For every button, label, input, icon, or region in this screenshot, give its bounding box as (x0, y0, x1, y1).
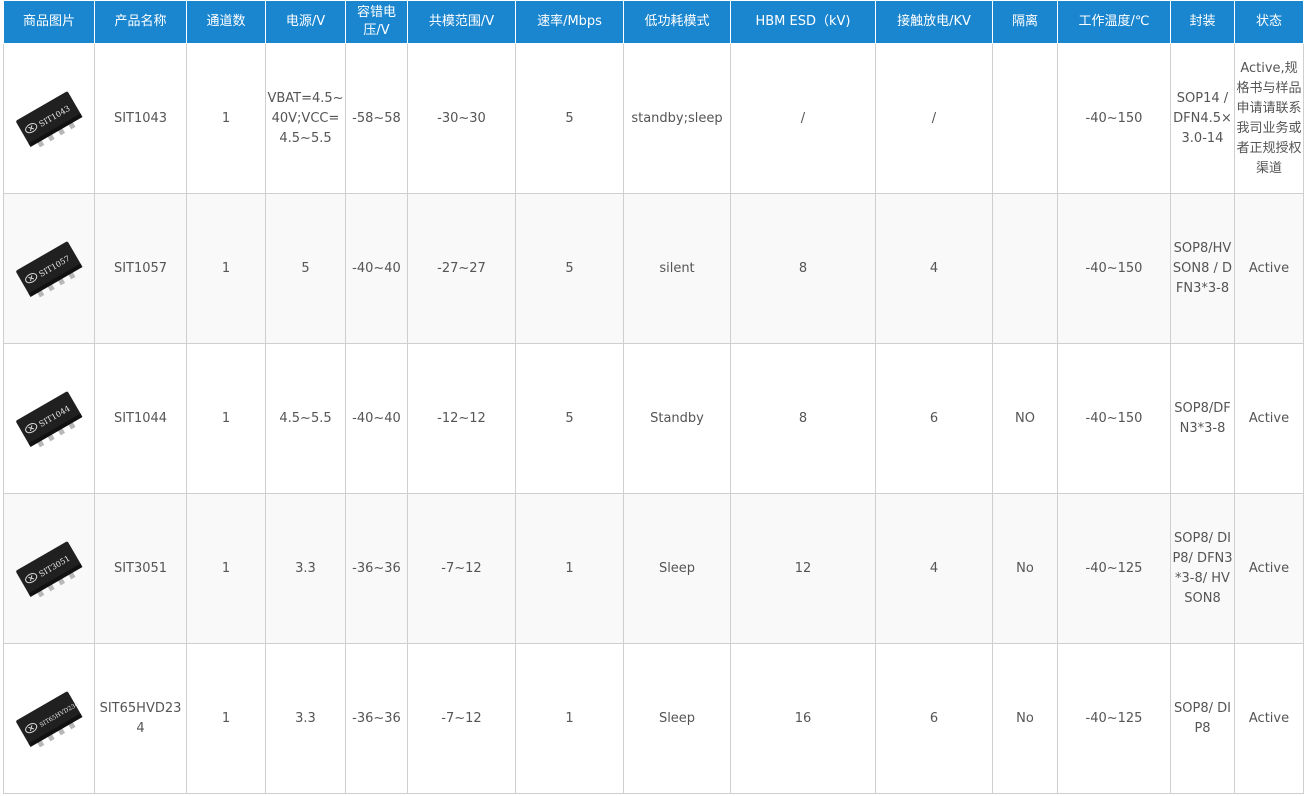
chip-icon[interactable]: SIT1044 (7, 377, 91, 461)
supply-voltage: 3.3 (265, 643, 346, 794)
product-image-cell[interactable]: SIT1044 (3, 343, 95, 494)
data-rate: 5 (515, 43, 624, 194)
chip-icon[interactable]: SIT1057 (7, 227, 91, 311)
header-contact: 接触放电/KV (875, 0, 993, 44)
product-name[interactable]: SIT3051 (94, 493, 187, 644)
common-mode-range: -7~12 (407, 493, 516, 644)
low-power-mode: Standby (623, 343, 731, 494)
product-table: 商品图片 产品名称 通道数 电源/V 容错电压/V 共模范围/V 速率/Mbps… (3, 0, 1304, 794)
data-rate: 1 (515, 643, 624, 794)
supply-voltage: 3.3 (265, 493, 346, 644)
header-rate: 速率/Mbps (515, 0, 624, 44)
low-power-mode: Sleep (623, 643, 731, 794)
operating-temp: -40~125 (1057, 493, 1171, 644)
header-common-mode: 共模范围/V (407, 0, 516, 44)
product-name[interactable]: SIT65HVD234 (94, 643, 187, 794)
channel-count: 1 (186, 193, 266, 344)
header-channels: 通道数 (186, 0, 266, 44)
isolation (992, 43, 1058, 194)
isolation: No (992, 493, 1058, 644)
header-package: 封装 (1170, 0, 1235, 44)
header-fault: 容错电压/V (345, 0, 408, 44)
low-power-mode: silent (623, 193, 731, 344)
contact-discharge: 6 (875, 343, 993, 494)
fault-voltage: -58~58 (345, 43, 408, 194)
low-power-mode: standby;sleep (623, 43, 731, 194)
common-mode-range: -30~30 (407, 43, 516, 194)
data-rate: 1 (515, 493, 624, 644)
fault-voltage: -40~40 (345, 193, 408, 344)
data-rate: 5 (515, 193, 624, 344)
contact-discharge: 4 (875, 193, 993, 344)
hbm-esd: 8 (730, 343, 876, 494)
product-image-cell[interactable]: SIT65HVD234 (3, 643, 95, 794)
fault-voltage: -36~36 (345, 493, 408, 644)
product-image-cell[interactable]: SIT3051 (3, 493, 95, 644)
hbm-esd: 12 (730, 493, 876, 644)
chip-icon[interactable]: SIT65HVD234 (7, 677, 91, 761)
header-image: 商品图片 (3, 0, 95, 44)
supply-voltage: 4.5~5.5 (265, 343, 346, 494)
operating-temp: -40~125 (1057, 643, 1171, 794)
table-row: SIT1044 SIT1044 1 4.5~5.5 -40~40 -12~12 … (3, 343, 1304, 494)
product-name[interactable]: SIT1044 (94, 343, 187, 494)
contact-discharge: 6 (875, 643, 993, 794)
header-supply: 电源/V (265, 0, 346, 44)
channel-count: 1 (186, 643, 266, 794)
status: Active (1234, 343, 1304, 494)
header-low-power: 低功耗模式 (623, 0, 731, 44)
supply-voltage: 5 (265, 193, 346, 344)
package: SOP14 / DFN4.5×3.0-14 (1170, 43, 1235, 194)
data-rate: 5 (515, 343, 624, 494)
header-isolation: 隔离 (992, 0, 1058, 44)
table-row: SIT65HVD234 SIT65HVD234 1 3.3 -36~36 -7~… (3, 643, 1304, 794)
operating-temp: -40~150 (1057, 343, 1171, 494)
status: Active (1234, 193, 1304, 344)
channel-count: 1 (186, 43, 266, 194)
package: SOP8/ DIP8 (1170, 643, 1235, 794)
low-power-mode: Sleep (623, 493, 731, 644)
package: SOP8/HVSON8 / DFN3*3-8 (1170, 193, 1235, 344)
header-name: 产品名称 (94, 0, 187, 44)
status: Active (1234, 643, 1304, 794)
status: Active,规格书与样品申请请联系我司业务或者正规授权渠道 (1234, 43, 1304, 194)
channel-count: 1 (186, 493, 266, 644)
chip-icon[interactable]: SIT3051 (7, 527, 91, 611)
fault-voltage: -40~40 (345, 343, 408, 494)
chip-icon[interactable]: SIT1043 (7, 77, 91, 161)
isolation (992, 193, 1058, 344)
product-image-cell[interactable]: SIT1057 (3, 193, 95, 344)
hbm-esd: / (730, 43, 876, 194)
hbm-esd: 16 (730, 643, 876, 794)
operating-temp: -40~150 (1057, 193, 1171, 344)
contact-discharge: / (875, 43, 993, 194)
header-temp: 工作温度/℃ (1057, 0, 1171, 44)
product-name[interactable]: SIT1043 (94, 43, 187, 194)
common-mode-range: -27~27 (407, 193, 516, 344)
fault-voltage: -36~36 (345, 643, 408, 794)
table-row: SIT1057 SIT1057 1 5 -40~40 -27~27 5 sile… (3, 193, 1304, 344)
supply-voltage: VBAT=4.5~40V;VCC=4.5~5.5 (265, 43, 346, 194)
channel-count: 1 (186, 343, 266, 494)
header-status: 状态 (1234, 0, 1304, 44)
operating-temp: -40~150 (1057, 43, 1171, 194)
product-image-cell[interactable]: SIT1043 (3, 43, 95, 194)
common-mode-range: -12~12 (407, 343, 516, 494)
product-name[interactable]: SIT1057 (94, 193, 187, 344)
isolation: No (992, 643, 1058, 794)
isolation: NO (992, 343, 1058, 494)
status: Active (1234, 493, 1304, 644)
table-row: SIT3051 SIT3051 1 3.3 -36~36 -7~12 1 Sle… (3, 493, 1304, 644)
hbm-esd: 8 (730, 193, 876, 344)
package: SOP8/DFN3*3-8 (1170, 343, 1235, 494)
header-row: 商品图片 产品名称 通道数 电源/V 容错电压/V 共模范围/V 速率/Mbps… (3, 0, 1304, 44)
package: SOP8/ DIP8/ DFN3*3-8/ HVSON8 (1170, 493, 1235, 644)
contact-discharge: 4 (875, 493, 993, 644)
table-row: SIT1043 SIT1043 1 VBAT=4.5~40V;VCC=4.5~5… (3, 43, 1304, 194)
header-hbm-esd: HBM ESD（kV) (730, 0, 876, 44)
common-mode-range: -7~12 (407, 643, 516, 794)
